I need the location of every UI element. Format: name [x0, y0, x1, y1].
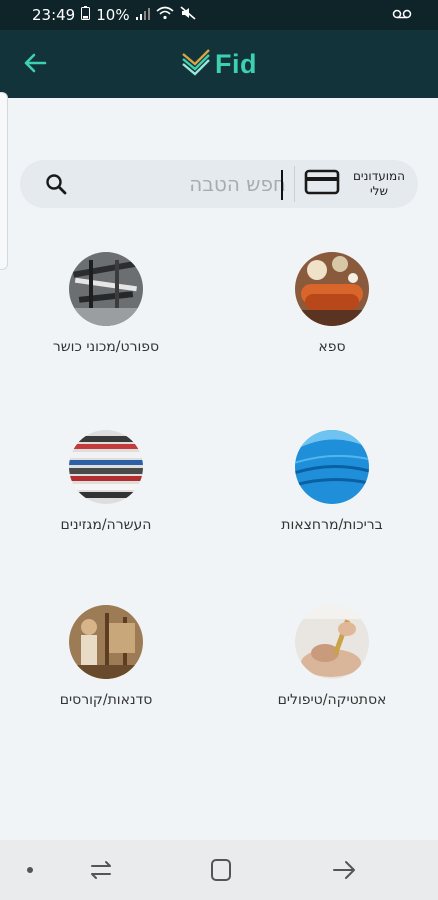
- battery-percent: 10%: [96, 6, 130, 24]
- search-bar: המועדונים שלי: [20, 160, 418, 208]
- fid-logo-icon: [181, 48, 211, 80]
- mute-icon: [180, 6, 196, 24]
- category-label: סדנאות/קורסים: [59, 692, 153, 708]
- my-clubs-label: המועדונים שלי: [352, 169, 406, 198]
- category-aesthetics[interactable]: אסתטיקה/טיפולים: [242, 605, 422, 709]
- back-button[interactable]: [20, 50, 50, 80]
- category-gym[interactable]: ספורט/מכוני כושר: [16, 252, 196, 356]
- home-square-icon: [206, 859, 236, 886]
- battery-icon: [81, 6, 91, 24]
- back-nav-button[interactable]: [330, 858, 360, 882]
- category-label: ספא: [318, 339, 346, 355]
- logo-text: Fid: [215, 48, 257, 79]
- recent-apps-button[interactable]: [86, 858, 116, 882]
- magazines-image: [69, 430, 143, 504]
- search-button[interactable]: [44, 172, 68, 196]
- category-spa[interactable]: ספא: [242, 252, 422, 356]
- wifi-icon: [156, 6, 174, 24]
- pool-image: [295, 430, 369, 504]
- system-nav-bar: [0, 840, 438, 900]
- category-label: בריכות/מרחצאות: [281, 517, 383, 533]
- recent-apps-icon: [86, 861, 116, 886]
- voicemail-icon: [392, 7, 412, 23]
- search-divider: [294, 166, 295, 202]
- app-bar: Fid: [0, 30, 438, 98]
- side-drawer-handle[interactable]: [0, 92, 8, 270]
- status-bar: 23:49 10%: [0, 0, 438, 30]
- category-label: אסתטיקה/טיפולים: [277, 692, 387, 708]
- arrow-left-icon: [23, 53, 47, 77]
- text-cursor: [281, 170, 283, 200]
- signal-icon: [135, 6, 150, 24]
- arrow-right-icon: [330, 861, 360, 886]
- workshops-image: [69, 605, 143, 679]
- category-label: ספורט/מכוני כושר: [52, 339, 160, 355]
- category-pools[interactable]: בריכות/מרחצאות: [242, 430, 422, 534]
- search-icon: [44, 174, 68, 200]
- search-input[interactable]: [80, 166, 286, 202]
- credit-card-icon: [304, 168, 340, 200]
- status-time: 23:49: [32, 6, 76, 24]
- spa-image: [295, 252, 369, 326]
- category-workshops[interactable]: סדנאות/קורסים: [16, 605, 196, 709]
- dot-icon: [22, 867, 38, 886]
- aesthetics-image: [295, 605, 369, 679]
- app-logo: Fid: [181, 48, 257, 80]
- gym-image: [69, 252, 143, 326]
- status-left: 23:49 10%: [32, 6, 196, 24]
- category-magazines[interactable]: העשרה/מגזינים: [16, 430, 196, 534]
- nav-dot-button[interactable]: [22, 858, 38, 882]
- category-label: העשרה/מגזינים: [60, 517, 152, 533]
- home-button[interactable]: [206, 858, 236, 882]
- my-clubs-button[interactable]: המועדונים שלי: [296, 160, 418, 208]
